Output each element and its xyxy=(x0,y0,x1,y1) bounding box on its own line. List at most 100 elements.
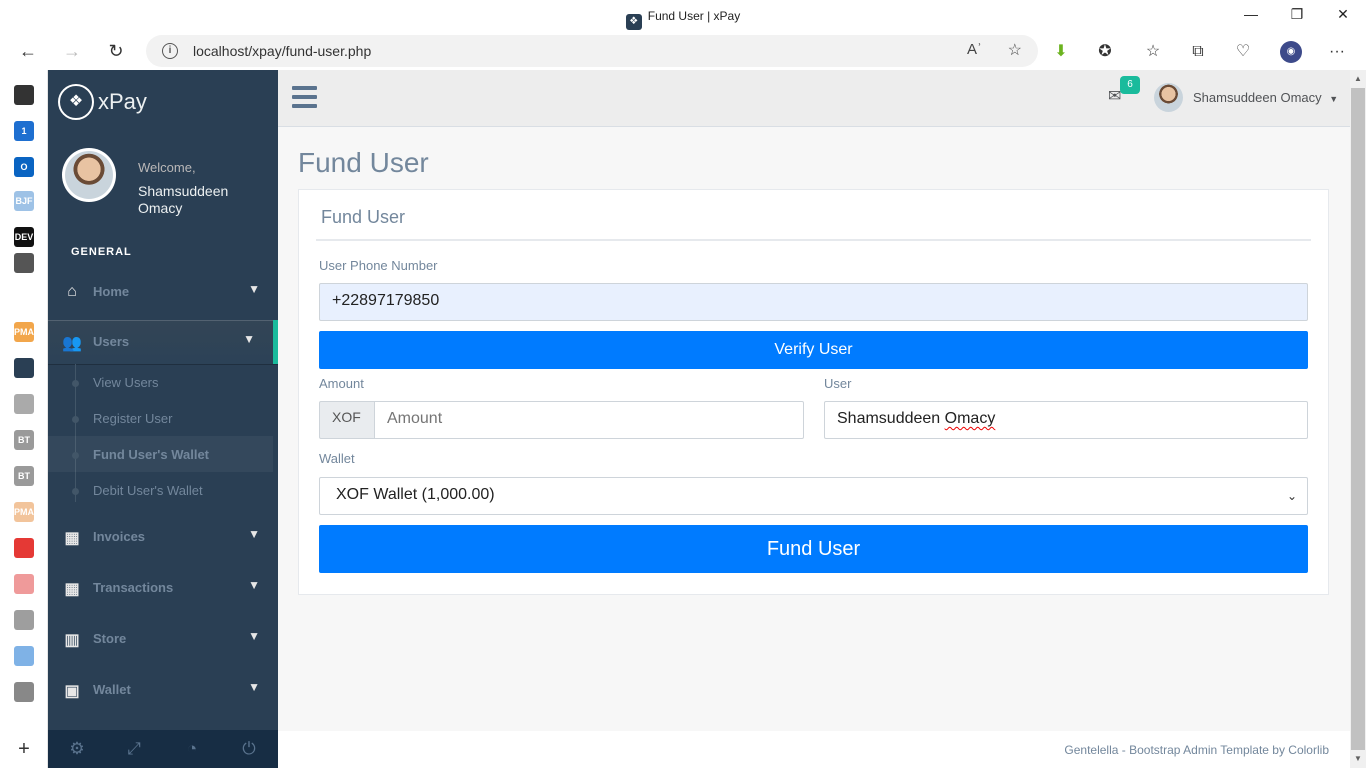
reload-button[interactable]: ↻ xyxy=(103,38,129,64)
edge-sidebar-app-icon[interactable]: BT xyxy=(14,430,34,450)
top-avatar[interactable] xyxy=(1154,83,1183,112)
sidebar-item-store[interactable]: ▥ Store ▼ xyxy=(48,617,278,661)
close-window-button[interactable]: ✕ xyxy=(1333,6,1353,23)
edge-sidebar-app-icon[interactable]: 1 xyxy=(14,121,34,141)
download-extension-icon[interactable]: ⬇ xyxy=(1050,41,1072,63)
browser-titlebar: ❖ Fund User | xPay — ❐ ✕ xyxy=(0,0,1366,32)
forward-button[interactable]: → xyxy=(59,38,85,64)
chevron-down-icon: ▼ xyxy=(248,629,260,643)
submenu-debit-wallet[interactable]: Debit User's Wallet xyxy=(48,472,273,508)
submenu-view-users[interactable]: View Users xyxy=(48,364,273,400)
paw-favicon-icon: ❖ xyxy=(625,14,642,30)
scroll-down-icon[interactable]: ▼ xyxy=(1354,754,1362,763)
paw-logo-icon: ❖ xyxy=(58,84,94,120)
edge-sidebar-app-icon[interactable]: PMA xyxy=(14,322,34,342)
chevron-down-icon: ▼ xyxy=(248,527,260,541)
table-icon: ▦ xyxy=(64,530,80,547)
wallet-select[interactable]: XOF Wallet (1,000.00) ⌄ xyxy=(319,477,1308,515)
phone-label: User Phone Number xyxy=(319,258,438,273)
submenu-register-user[interactable]: Register User xyxy=(48,400,273,436)
fund-user-button[interactable]: Fund User xyxy=(319,525,1308,573)
users-icon: 👥 xyxy=(62,335,82,352)
caret-down-icon: ▼ xyxy=(1329,94,1339,104)
phone-number-input[interactable]: +22897179850 xyxy=(319,283,1308,321)
url-text[interactable]: localhost/xpay/fund-user.php xyxy=(193,43,371,59)
sidebar-item-wallet[interactable]: ▣ Wallet ▼ xyxy=(48,668,278,712)
chevron-down-icon: ⌄ xyxy=(1286,489,1297,503)
top-navbar: ✉ 6 Shamsuddeen Omacy ▼ xyxy=(278,70,1350,127)
chevron-down-icon: ▼ xyxy=(248,680,260,694)
lock-eye-icon[interactable]: ◔ xyxy=(163,739,221,759)
edge-sidebar-app-icon[interactable]: BJF xyxy=(14,191,34,211)
edge-sidebar-app-icon[interactable] xyxy=(14,358,34,378)
amount-input[interactable]: Amount xyxy=(374,401,804,439)
edge-sidebar-app-icon[interactable] xyxy=(14,646,34,666)
bullet-icon xyxy=(72,416,79,423)
submenu-label: Fund User's Wallet xyxy=(93,447,210,462)
user-name-field[interactable]: Shamsuddeen Omacy xyxy=(824,401,1308,439)
sidebar-item-invoices[interactable]: ▦ Invoices ▼ xyxy=(48,515,278,559)
edge-sidebar-app-icon[interactable] xyxy=(14,394,34,414)
sidebar-item-label: Wallet xyxy=(93,682,131,697)
page-title: Fund User xyxy=(298,147,429,178)
bullet-icon xyxy=(72,452,79,459)
sidebar-item-label: Invoices xyxy=(93,529,146,544)
edge-sidebar-app-icon[interactable]: BT xyxy=(14,466,34,486)
sidebar-item-users[interactable]: 👥 Users ▼ xyxy=(48,320,278,364)
top-user-menu[interactable]: Shamsuddeen Omacy ▼ xyxy=(1193,90,1338,105)
page-footer: Gentelella - Bootstrap Admin Template by… xyxy=(278,731,1350,768)
edge-sidebar-app-icon[interactable] xyxy=(14,682,34,702)
extensions-icon[interactable]: ✪ xyxy=(1094,41,1116,63)
logout-power-icon[interactable]: ⏻ xyxy=(220,739,278,759)
sidebar-avatar xyxy=(62,148,116,202)
panel-divider xyxy=(316,239,1311,241)
sidebar-item-label: Transactions xyxy=(93,580,174,595)
users-submenu: View Users Register User Fund User's Wal… xyxy=(48,364,273,514)
currency-addon: XOF xyxy=(319,401,375,439)
welcome-text: Welcome, xyxy=(138,160,196,175)
edge-sidebar-app-icon[interactable]: DEV xyxy=(14,227,34,247)
menu-toggle-icon[interactable] xyxy=(292,86,317,108)
browser-essentials-icon[interactable]: ♡ xyxy=(1232,41,1254,63)
bullet-icon xyxy=(72,380,79,387)
edge-sidebar-app-icon[interactable] xyxy=(14,574,34,594)
read-aloud-icon[interactable]: Aʾ xyxy=(967,41,982,58)
edge-sidebar-app-icon[interactable] xyxy=(14,538,34,558)
edge-add-icon[interactable]: + xyxy=(13,738,35,760)
verify-user-button[interactable]: Verify User xyxy=(319,331,1308,369)
sidebar-item-label: Store xyxy=(93,631,127,646)
scroll-up-icon[interactable]: ▲ xyxy=(1354,74,1362,83)
settings-gear-icon[interactable]: ⚙ xyxy=(48,739,106,759)
add-favorite-icon[interactable]: ☆ xyxy=(1008,40,1022,60)
user-last-name: Omacy xyxy=(944,410,996,427)
edge-sidebar-app-icon[interactable]: O xyxy=(14,157,34,177)
submenu-fund-wallet[interactable]: Fund User's Wallet xyxy=(48,436,273,472)
collections-icon[interactable]: ⧉ xyxy=(1187,41,1209,63)
scrollbar-thumb[interactable] xyxy=(1351,88,1365,750)
edge-sidebar-app-icon[interactable]: PMA xyxy=(14,502,34,522)
top-user-name: Shamsuddeen Omacy xyxy=(1193,90,1322,105)
money-icon: ▣ xyxy=(64,683,80,700)
favorites-icon[interactable]: ☆ xyxy=(1142,41,1164,63)
back-button[interactable]: ← xyxy=(15,38,41,64)
fullscreen-icon[interactable]: ⤢ xyxy=(105,739,163,759)
main-content: Fund User Fund User User Phone Number +2… xyxy=(278,127,1350,731)
bullet-icon xyxy=(72,488,79,495)
browser-menu-button[interactable]: ··· xyxy=(1326,41,1348,63)
edge-sidebar-app-icon[interactable] xyxy=(14,253,34,273)
page-scrollbar[interactable]: ▲ ▼ xyxy=(1350,70,1366,768)
brand-name: xPay xyxy=(98,89,147,114)
site-info-icon[interactable]: i xyxy=(162,43,178,59)
restore-button[interactable]: ❐ xyxy=(1287,6,1307,23)
browser-profile-avatar[interactable]: ◉ xyxy=(1280,41,1302,63)
fund-user-panel: Fund User User Phone Number +22897179850… xyxy=(298,189,1329,595)
sidebar-item-transactions[interactable]: ▦ Transactions ▼ xyxy=(48,566,278,610)
wallet-label: Wallet xyxy=(319,451,355,466)
edge-sidebar-app-icon[interactable] xyxy=(14,610,34,630)
submenu-label: Debit User's Wallet xyxy=(93,483,203,498)
edge-sidebar-app-icon[interactable] xyxy=(14,85,34,105)
minimize-button[interactable]: — xyxy=(1241,6,1261,22)
chevron-down-icon: ▼ xyxy=(243,332,255,346)
sidebar-item-home[interactable]: ⌂ Home ▼ xyxy=(48,270,278,314)
address-bar[interactable]: i localhost/xpay/fund-user.php Aʾ ☆ xyxy=(146,35,1038,67)
